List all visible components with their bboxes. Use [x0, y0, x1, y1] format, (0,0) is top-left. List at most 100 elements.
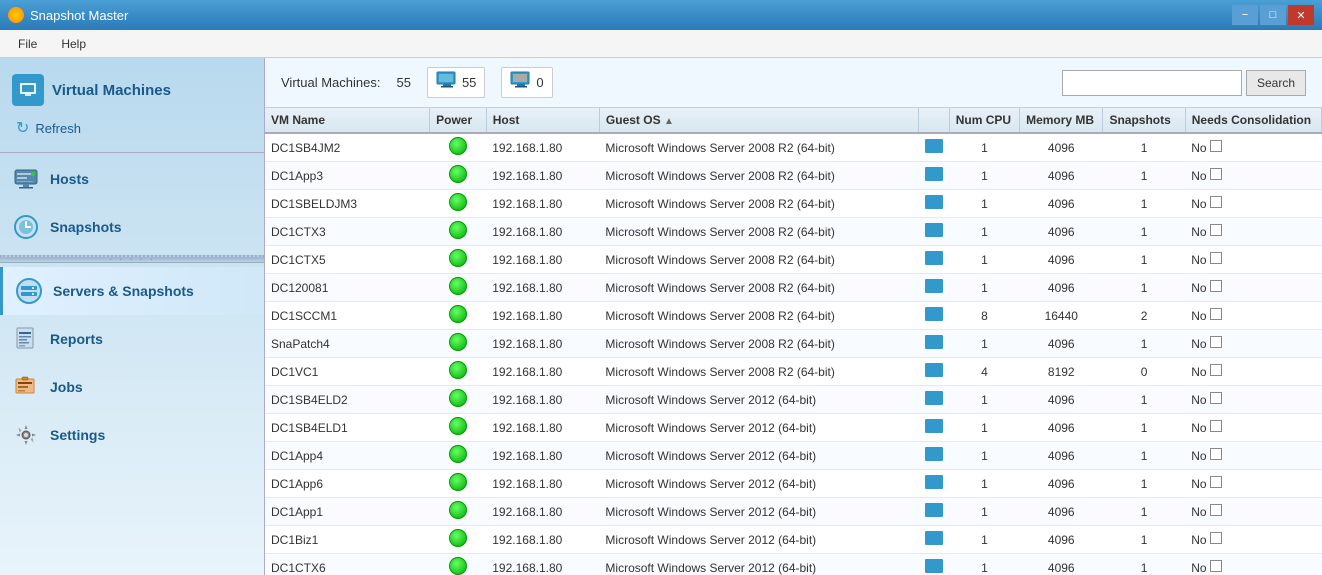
col-guest-os[interactable]: Guest OS ▲: [599, 108, 918, 133]
cell-host: 192.168.1.80: [486, 554, 599, 575]
cell-power: [430, 330, 487, 358]
cell-vm-name: DC120081: [265, 274, 430, 302]
cell-power: [430, 414, 487, 442]
col-memory[interactable]: Memory MB: [1020, 108, 1103, 133]
cell-power: [430, 162, 487, 190]
col-vm-name[interactable]: VM Name: [265, 108, 430, 133]
close-button[interactable]: ✕: [1288, 5, 1314, 25]
cell-vm-name: DC1CTX5: [265, 246, 430, 274]
col-cpu[interactable]: Num CPU: [949, 108, 1019, 133]
power-indicator: [449, 501, 467, 519]
table-row: DC1CTX5 192.168.1.80 Microsoft Windows S…: [265, 246, 1322, 274]
title-bar-left: Snapshot Master: [8, 7, 128, 23]
col-consolidation[interactable]: Needs Consolidation: [1185, 108, 1321, 133]
cell-cpu: 1: [949, 330, 1019, 358]
servers-snapshots-label: Servers & Snapshots: [53, 283, 194, 299]
search-button[interactable]: Search: [1246, 70, 1306, 96]
consolidation-checkbox[interactable]: [1210, 420, 1222, 432]
maximize-button[interactable]: □: [1260, 5, 1286, 25]
powered-on-count: 55: [462, 75, 476, 90]
consolidation-checkbox[interactable]: [1210, 336, 1222, 348]
consolidation-checkbox[interactable]: [1210, 392, 1222, 404]
power-indicator: [449, 557, 467, 575]
search-input[interactable]: [1062, 70, 1242, 96]
cell-vm-icon: [918, 190, 949, 218]
consolidation-checkbox[interactable]: [1210, 560, 1222, 572]
vm-type-icon: [925, 279, 943, 293]
cell-vm-name: DC1App3: [265, 162, 430, 190]
cell-memory: 4096: [1020, 386, 1103, 414]
table-row: DC1SB4ELD2 192.168.1.80 Microsoft Window…: [265, 386, 1322, 414]
cell-snapshots: 1: [1103, 246, 1185, 274]
table-row: DC1Biz1 192.168.1.80 Microsoft Windows S…: [265, 526, 1322, 554]
cell-vm-icon: [918, 330, 949, 358]
cell-power: [430, 358, 487, 386]
power-indicator: [449, 277, 467, 295]
cell-host: 192.168.1.80: [486, 133, 599, 162]
cell-power: [430, 554, 487, 575]
cell-memory: 4096: [1020, 133, 1103, 162]
consolidation-checkbox[interactable]: [1210, 196, 1222, 208]
consolidation-checkbox[interactable]: [1210, 504, 1222, 516]
cell-host: 192.168.1.80: [486, 526, 599, 554]
hosts-icon: [12, 165, 40, 193]
sidebar-item-settings[interactable]: Settings: [0, 411, 264, 459]
cell-power: [430, 246, 487, 274]
cell-host: 192.168.1.80: [486, 246, 599, 274]
cell-guest-os: Microsoft Windows Server 2008 R2 (64-bit…: [599, 330, 918, 358]
table-row: DC1App3 192.168.1.80 Microsoft Windows S…: [265, 162, 1322, 190]
col-icon[interactable]: [918, 108, 949, 133]
menu-file[interactable]: File: [8, 33, 47, 55]
cell-power: [430, 498, 487, 526]
vm-type-icon: [925, 307, 943, 321]
consolidation-checkbox[interactable]: [1210, 532, 1222, 544]
power-indicator: [449, 529, 467, 547]
consolidation-checkbox[interactable]: [1210, 280, 1222, 292]
cell-consolidation: No: [1185, 554, 1321, 575]
cell-consolidation: No: [1185, 246, 1321, 274]
cell-host: 192.168.1.80: [486, 358, 599, 386]
cell-snapshots: 1: [1103, 554, 1185, 575]
cell-host: 192.168.1.80: [486, 498, 599, 526]
sidebar-item-jobs[interactable]: Jobs: [0, 363, 264, 411]
cell-cpu: 1: [949, 162, 1019, 190]
sidebar-item-snapshots[interactable]: Snapshots: [0, 203, 264, 251]
col-snapshots[interactable]: Snapshots: [1103, 108, 1185, 133]
col-host[interactable]: Host: [486, 108, 599, 133]
consolidation-checkbox[interactable]: [1210, 224, 1222, 236]
refresh-button[interactable]: ↻ Refresh: [8, 114, 256, 142]
cell-memory: 4096: [1020, 554, 1103, 575]
app-title: Snapshot Master: [30, 8, 128, 23]
minimize-button[interactable]: −: [1232, 5, 1258, 25]
cell-power: [430, 470, 487, 498]
consolidation-checkbox[interactable]: [1210, 168, 1222, 180]
cell-cpu: 1: [949, 274, 1019, 302]
col-power[interactable]: Power: [430, 108, 487, 133]
consolidation-checkbox[interactable]: [1210, 364, 1222, 376]
cell-cpu: 1: [949, 526, 1019, 554]
sidebar-item-hosts[interactable]: Hosts: [0, 153, 264, 203]
cell-consolidation: No: [1185, 470, 1321, 498]
consolidation-checkbox[interactable]: [1210, 476, 1222, 488]
consolidation-checkbox[interactable]: [1210, 252, 1222, 264]
cell-memory: 4096: [1020, 246, 1103, 274]
menu-help[interactable]: Help: [51, 33, 96, 55]
cell-snapshots: 1: [1103, 190, 1185, 218]
reports-label: Reports: [50, 331, 103, 347]
vm-table-container[interactable]: VM Name Power Host Guest OS ▲ Num CPU Me…: [265, 108, 1322, 575]
title-bar-controls: − □ ✕: [1232, 5, 1314, 25]
table-row: DC1App1 192.168.1.80 Microsoft Windows S…: [265, 498, 1322, 526]
sidebar-item-reports[interactable]: Reports: [0, 315, 264, 363]
cell-vm-name: SnaPatch4: [265, 330, 430, 358]
cell-consolidation: No: [1185, 442, 1321, 470]
consolidation-checkbox[interactable]: [1210, 140, 1222, 152]
cell-vm-icon: [918, 358, 949, 386]
vm-type-icon: [925, 195, 943, 209]
cell-vm-icon: [918, 526, 949, 554]
sidebar-item-servers-snapshots[interactable]: Servers & Snapshots: [0, 267, 264, 315]
cell-cpu: 8: [949, 302, 1019, 330]
table-row: SnaPatch4 192.168.1.80 Microsoft Windows…: [265, 330, 1322, 358]
cell-power: [430, 526, 487, 554]
consolidation-checkbox[interactable]: [1210, 308, 1222, 320]
consolidation-checkbox[interactable]: [1210, 448, 1222, 460]
